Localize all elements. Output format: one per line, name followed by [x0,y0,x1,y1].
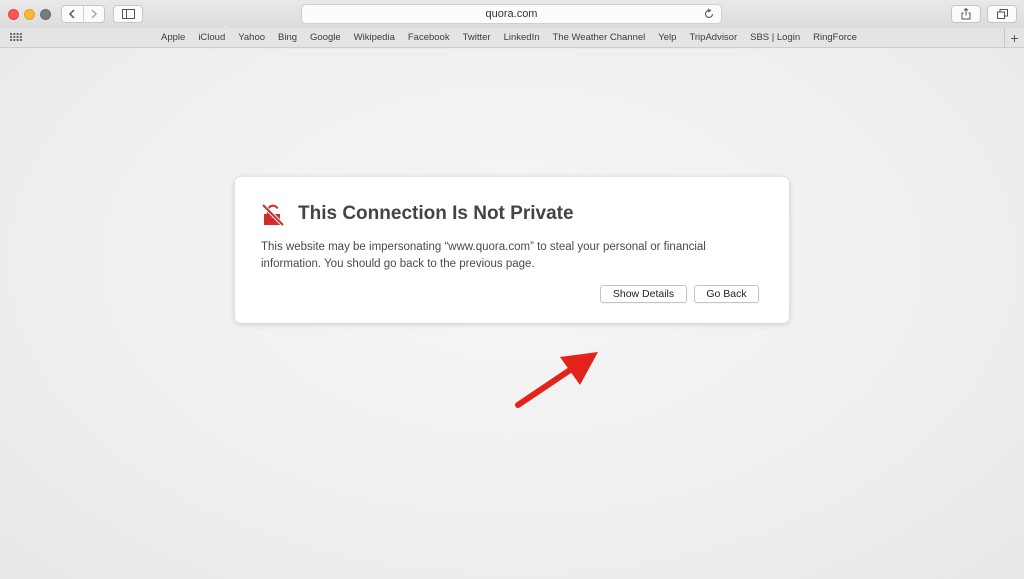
share-icon [961,8,971,20]
page-content: This Connection Is Not Private This webs… [0,49,1024,579]
favorites-list: Apple iCloud Yahoo Bing Google Wikipedia… [161,32,870,43]
red-arrow-annotation-icon [515,352,598,408]
top-sites-grid-icon[interactable] [10,33,22,41]
go-back-button[interactable]: Go Back [694,285,759,303]
reload-icon[interactable] [703,8,715,20]
dialog-description: This website may be impersonating “www.q… [261,241,706,270]
favorite-icloud[interactable]: iCloud [198,32,225,43]
sidebar-toggle-button[interactable] [113,5,143,23]
address-bar[interactable]: quora.com [301,4,722,24]
minimize-window-button[interactable] [24,9,35,20]
favorite-apple[interactable]: Apple [161,32,185,43]
back-button[interactable] [62,6,83,22]
favorite-linkedin[interactable]: LinkedIn [504,32,540,43]
tabs-icon [996,9,1008,19]
favorite-google[interactable]: Google [310,32,341,43]
favorite-twitter[interactable]: Twitter [463,32,491,43]
forward-button[interactable] [82,6,104,22]
close-window-button[interactable] [8,9,19,20]
favorite-sbs-login[interactable]: SBS | Login [750,32,800,43]
favorite-tripadvisor[interactable]: TripAdvisor [689,32,737,43]
plus-icon: + [1010,30,1019,46]
favorite-facebook[interactable]: Facebook [408,32,450,43]
sidebar-icon [121,9,135,19]
favorite-weather-channel[interactable]: The Weather Channel [553,32,646,43]
url-text: quora.com [485,8,538,20]
show-details-button[interactable]: Show Details [600,285,687,303]
new-tab-button[interactable]: + [1004,28,1024,48]
favorite-wikipedia[interactable]: Wikipedia [354,32,395,43]
dialog-title: This Connection Is Not Private [298,203,574,224]
share-button[interactable] [951,5,981,23]
favorite-yelp[interactable]: Yelp [658,32,676,43]
favorite-yahoo[interactable]: Yahoo [238,32,265,43]
navigation-buttons [61,5,105,23]
broken-lock-icon [261,203,285,227]
privacy-warning-dialog: This Connection Is Not Private This webs… [235,177,789,323]
show-tabs-button[interactable] [987,5,1017,23]
chevron-left-icon [69,9,76,19]
favorites-bar: Apple iCloud Yahoo Bing Google Wikipedia… [0,28,1024,48]
favorite-ringforce[interactable]: RingForce [813,32,857,43]
favorite-bing[interactable]: Bing [278,32,297,43]
zoom-window-button[interactable] [40,9,51,20]
browser-toolbar: quora.com [0,0,1024,39]
chevron-right-icon [91,9,98,19]
